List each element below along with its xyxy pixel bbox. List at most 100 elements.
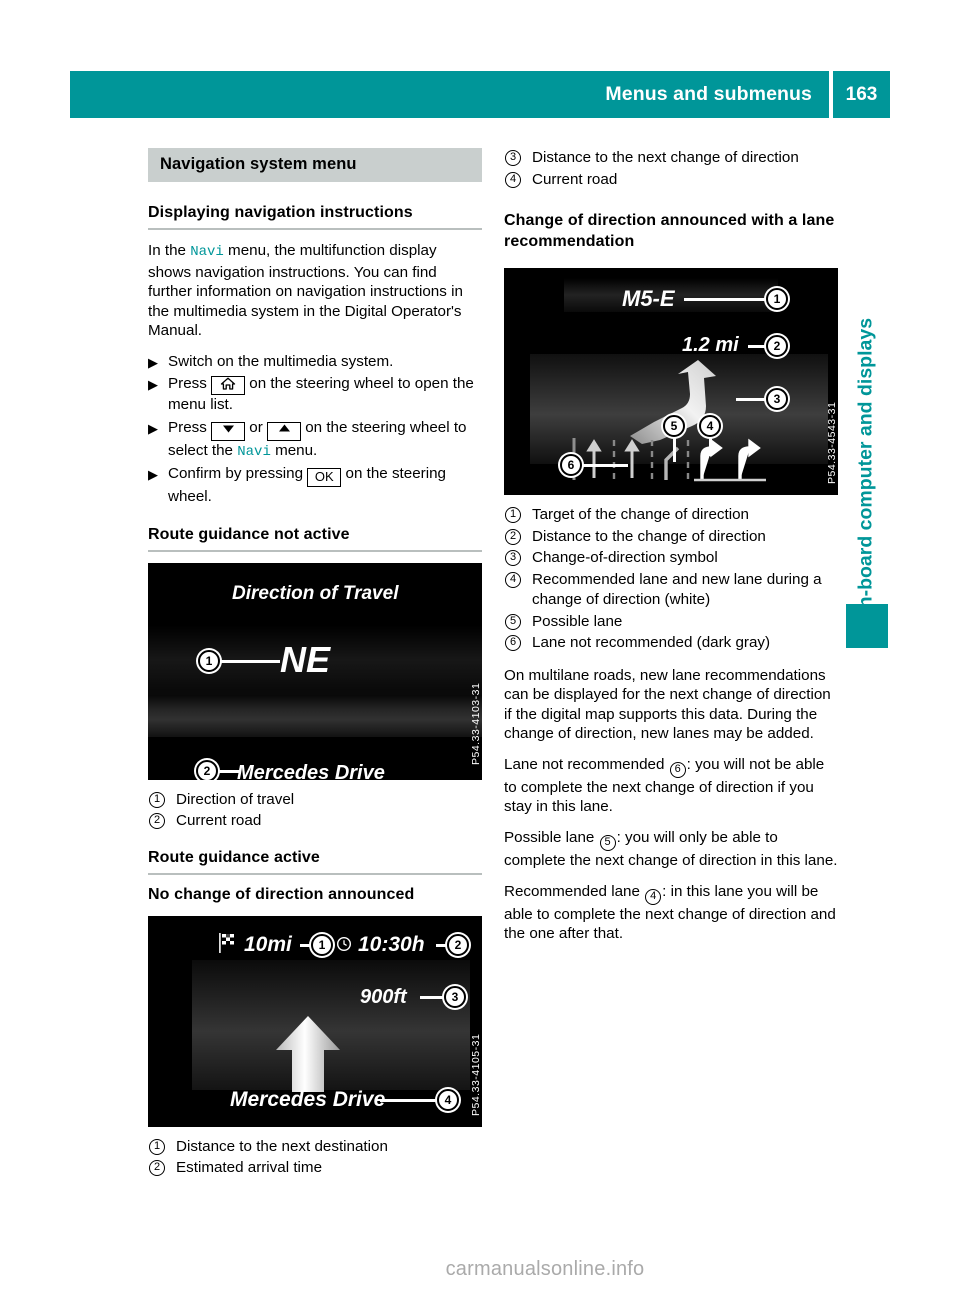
callout-number-inline: 5 xyxy=(599,835,616,852)
callout-number: 3 xyxy=(505,150,521,166)
legend-lane-recommendation: 1 Target of the change of direction 2 Dist… xyxy=(504,505,838,654)
screen-distance-text: 10mi xyxy=(244,932,292,956)
screen-target-text: M5-E xyxy=(622,286,675,311)
callout-number: 2 xyxy=(149,1160,165,1177)
step-4: ▶ Confirm by pressing OK on the steering … xyxy=(148,464,482,508)
legend-item: 4 Current road xyxy=(504,170,838,191)
heading-route-guidance-not-active: Route guidance not active xyxy=(148,526,482,552)
mfd-screen-direction-of-travel: Direction of Travel NE 1 Mercedes Drive … xyxy=(148,562,482,780)
paragraph-possible-lane: Possible lane 5: you will only be able t… xyxy=(504,828,838,871)
para-text-a: Possible lane xyxy=(504,829,599,847)
callout-number: 3 xyxy=(505,550,521,566)
screen-next-turn-text: 900ft xyxy=(360,985,407,1008)
page-title: Menus and submenus xyxy=(605,83,812,105)
step-2: ▶ Press on the steering wheel to open the… xyxy=(148,374,482,416)
legend-text: Distance to the next change of direction xyxy=(532,149,799,166)
callout-6: 6 xyxy=(560,454,582,476)
legend-text: Direction of travel xyxy=(176,790,295,808)
screen-direction-text: NE xyxy=(280,638,331,680)
callout-3: 3 xyxy=(444,985,466,1008)
callout-5: 5 xyxy=(663,415,685,437)
down-key[interactable] xyxy=(211,421,246,441)
screen-road-text: Mercedes Drive xyxy=(237,761,385,780)
callout-number: 2 xyxy=(149,813,165,830)
legend-item: 4 Recommended lane and new lane during a … xyxy=(504,570,838,611)
page-number: 163 xyxy=(845,83,878,105)
callout-number: 2 xyxy=(505,528,521,545)
callout-number-inline: 4 xyxy=(645,888,662,905)
legend-item: 3 Distance to the next change of directio… xyxy=(504,148,838,169)
leader-line-4 xyxy=(709,436,712,456)
checkered-flag-icon xyxy=(219,932,234,953)
leader-line-1 xyxy=(216,659,280,663)
callout-number-inline: 6 xyxy=(669,761,686,778)
legend-text: Current road xyxy=(176,812,262,830)
legend-text: Recommended lane and new lane during a c… xyxy=(532,570,822,609)
legend-item: 1 Target of the change of direction xyxy=(504,505,838,526)
legend-text: Lane not recommended (dark gray) xyxy=(532,634,771,651)
legend-item: 3 Change-of-direction symbol xyxy=(504,548,838,569)
section-bar: Navigation system menu xyxy=(148,148,482,182)
step-3: ▶ Press or on the steering wheel to selec… xyxy=(148,418,482,463)
legend-text: Possible lane xyxy=(532,612,623,630)
legend-text: Distance to the next destination xyxy=(176,1137,388,1155)
section-bar-title: Navigation system menu xyxy=(160,155,357,173)
leader-line-3 xyxy=(736,398,768,401)
step-bullet-icon: ▶ xyxy=(148,467,158,483)
legend-item: 1 Distance to the next destination xyxy=(148,1137,482,1158)
navi-keyword: Navi xyxy=(237,443,271,460)
step-1: ▶ Switch on the multimedia system. xyxy=(148,352,482,373)
callout-number: 4 xyxy=(505,171,521,188)
callout-number: 5 xyxy=(505,613,521,630)
para-text-a: Recommended lane xyxy=(504,882,645,900)
step-3-text-a: Press xyxy=(168,418,212,436)
mfd-screen-lane-recommendation: M5-E 1 1.2 mi 2 3 6 5 4 P54.33-4543-31 xyxy=(504,268,838,495)
leader-line-3 xyxy=(420,995,446,999)
navi-keyword: Navi xyxy=(190,244,224,260)
screen-glow-band xyxy=(148,690,482,737)
legend-text: Target of the change of direction xyxy=(532,506,749,523)
clock-icon xyxy=(336,936,352,951)
mfd-screen-no-change: 10mi 1 10:30h 2 900ft 3 Mercedes Drive 4… xyxy=(148,915,482,1127)
lane-strip-diagram xyxy=(572,438,766,482)
chapter-side-tab: On-board computer and displays xyxy=(846,222,888,652)
callout-2: 2 xyxy=(447,933,469,956)
legend-item: 2 Current road xyxy=(148,811,482,832)
legend-continued: 3 Distance to the next change of directio… xyxy=(504,148,838,190)
step-3-or: or xyxy=(245,418,267,436)
figure-caption: P54.33-4103-31 xyxy=(470,682,482,765)
home-key[interactable] xyxy=(211,376,246,396)
chapter-side-tab-marker xyxy=(846,604,888,648)
ok-key[interactable]: OK xyxy=(307,468,342,488)
screen-road-text: Mercedes Drive xyxy=(230,1087,386,1111)
callout-number: 1 xyxy=(149,1138,165,1155)
paragraph-lane-not-recommended: Lane not recommended 6: you will not be … xyxy=(504,755,838,817)
leader-line-4 xyxy=(380,1098,438,1102)
intro-text-a: In the xyxy=(148,242,191,259)
triangle-down-icon xyxy=(222,425,234,433)
steps-list: ▶ Switch on the multimedia system. ▶ Press… xyxy=(148,352,482,508)
triangle-up-icon xyxy=(278,424,290,432)
home-icon xyxy=(220,378,236,391)
left-column: Navigation system menu Displaying naviga… xyxy=(148,148,482,1191)
legend-item: 2 Distance to the change of direction xyxy=(504,527,838,548)
heading-route-guidance-active: Route guidance active xyxy=(148,849,482,875)
step-4-text-a: Confirm by pressing xyxy=(168,465,308,483)
header-title-block: Menus and submenus xyxy=(70,71,829,118)
legend-item: 1 Direction of travel xyxy=(148,790,482,811)
legend-text: Change-of-direction symbol xyxy=(532,549,718,566)
legend-item: 5 Possible lane xyxy=(504,612,838,633)
up-key[interactable] xyxy=(267,421,301,441)
callout-number: 6 xyxy=(505,635,521,651)
heading-no-change-of-direction: No change of direction announced xyxy=(148,885,415,903)
intro-paragraph: In the Navi menu, the multifunction disp… xyxy=(148,241,482,341)
figure-lane-recommendation: M5-E 1 1.2 mi 2 3 6 5 4 P54.33-4543-31 xyxy=(504,268,838,495)
callout-1: 1 xyxy=(766,288,788,310)
legend-item: 2 Estimated arrival time xyxy=(148,1158,482,1179)
para-text-a: Lane not recommended xyxy=(504,755,669,773)
right-column: 3 Distance to the next change of directio… xyxy=(504,148,838,955)
screen-time-text: 10:30h xyxy=(358,932,425,956)
legend-text: Distance to the change of direction xyxy=(532,527,766,545)
chapter-side-tab-label: On-board computer and displays xyxy=(854,317,877,624)
paragraph-recommended-lane: Recommended lane 4: in this lane you wil… xyxy=(504,882,838,944)
